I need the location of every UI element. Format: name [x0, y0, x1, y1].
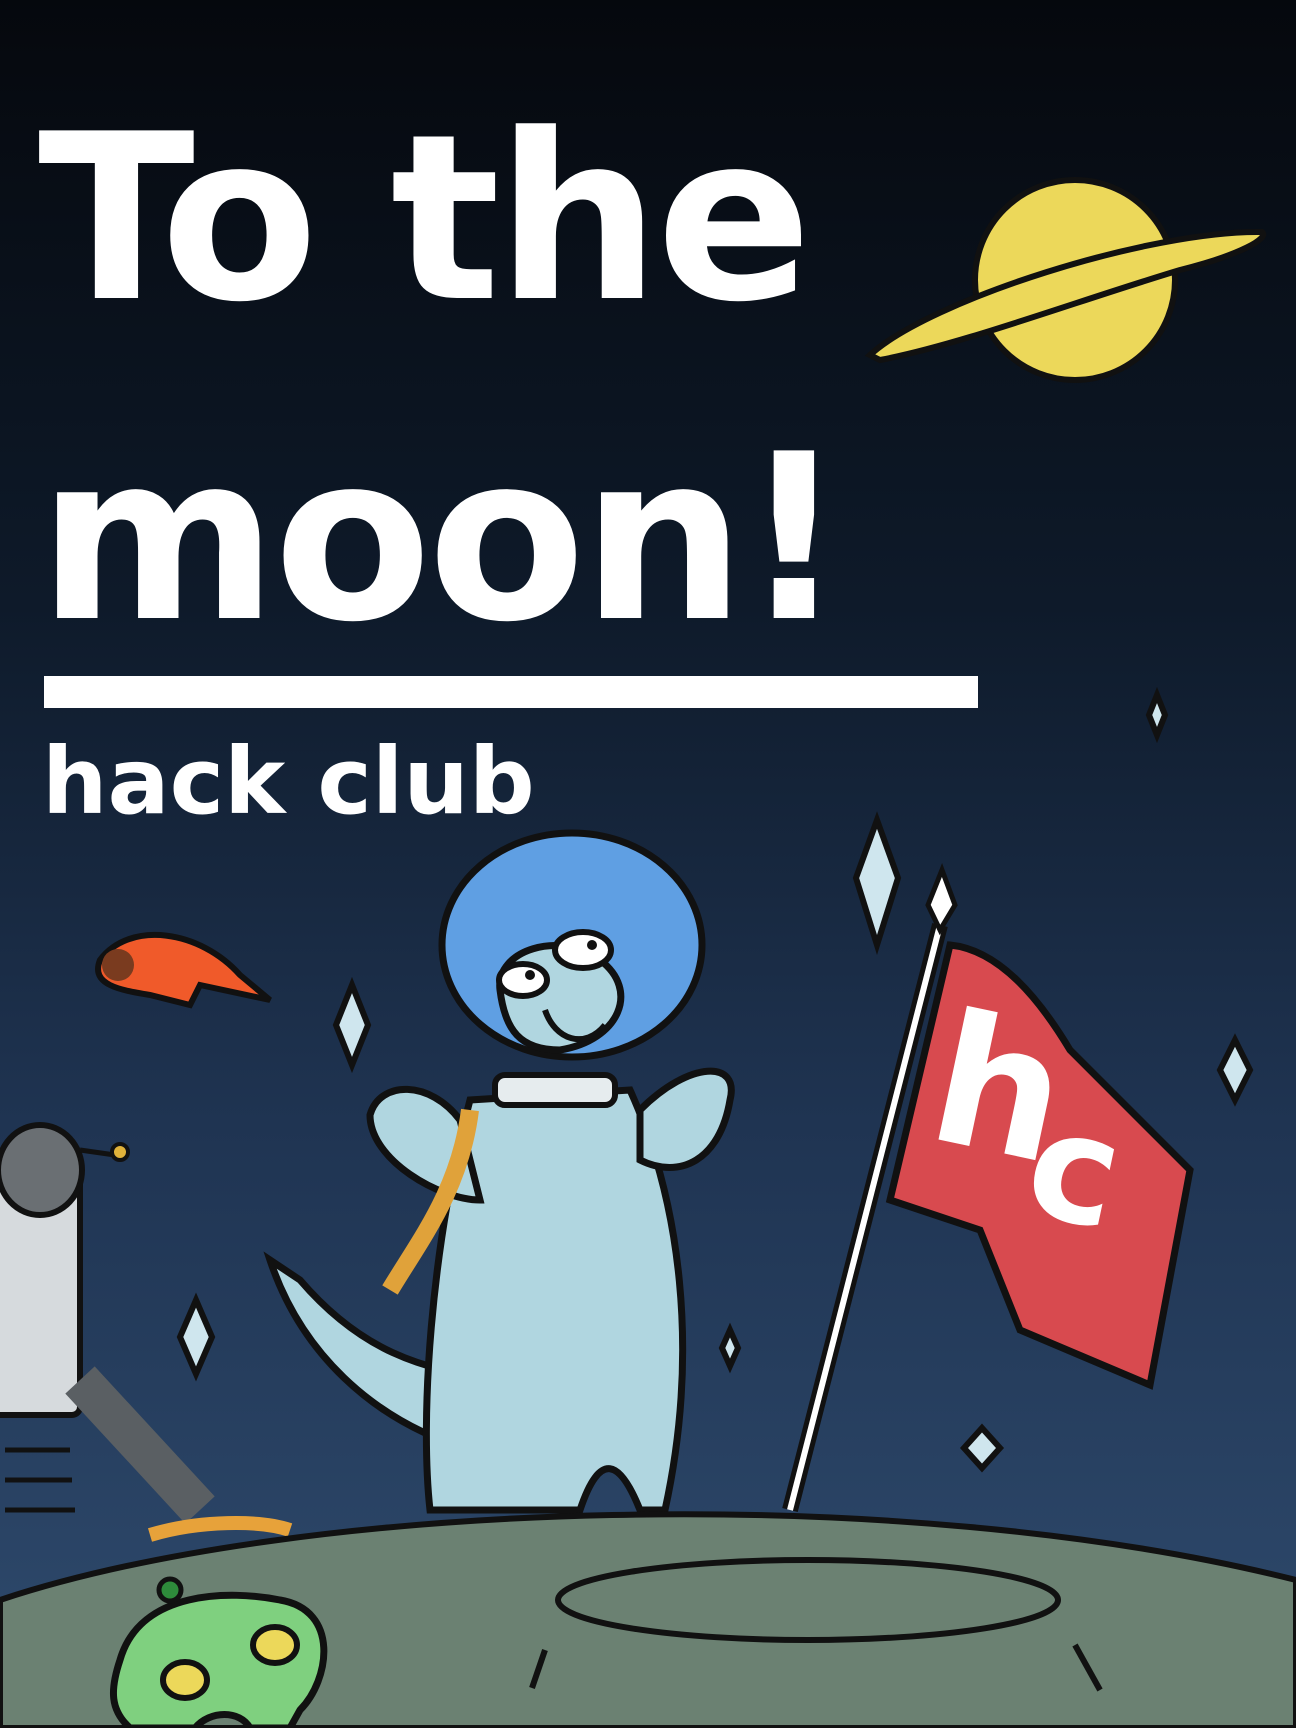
planet-icon — [864, 177, 1267, 383]
star-icon — [176, 1292, 216, 1382]
star-icon — [959, 1423, 1005, 1473]
poster: h c To the moon! hack club — [0, 0, 1296, 1728]
title-line-1: To the — [38, 86, 812, 353]
star-icon — [852, 811, 902, 956]
star-icon — [718, 1322, 742, 1374]
dino-astronaut-icon — [263, 829, 735, 1514]
title-line-2: moon! — [38, 406, 846, 673]
title-divider — [44, 676, 978, 708]
brand-subtitle: hack club — [42, 728, 535, 835]
star-icon — [1216, 1033, 1254, 1107]
star-icon — [332, 976, 372, 1074]
star-icon — [1145, 686, 1169, 744]
poster-title: To the moon! — [38, 60, 846, 700]
lunar-module-icon — [0, 1122, 293, 1542]
comet-icon — [95, 931, 272, 1009]
flag-letters: h c — [915, 974, 1136, 1300]
